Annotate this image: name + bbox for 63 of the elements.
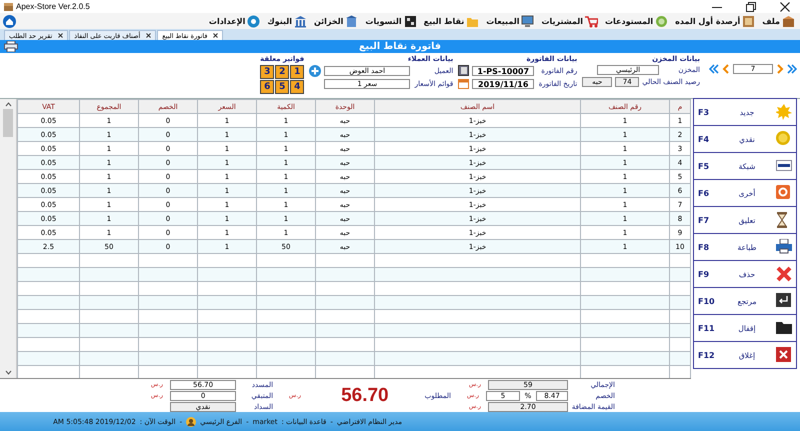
return-icon bbox=[776, 293, 792, 309]
notebook-icon[interactable] bbox=[458, 65, 470, 76]
shortcut-label: F9 bbox=[698, 270, 710, 278]
home-icon[interactable] bbox=[3, 14, 16, 28]
held-invoice-button[interactable]: 3 bbox=[260, 65, 274, 79]
chevron-icon[interactable] bbox=[722, 64, 730, 74]
star-icon bbox=[776, 104, 792, 120]
shortcut-label: F6 bbox=[698, 188, 710, 198]
chevron-icon[interactable] bbox=[776, 64, 784, 74]
shortcut-label: F11 bbox=[698, 324, 716, 332]
add-icon[interactable] bbox=[309, 65, 322, 77]
menu-item[interactable]: المستودعات bbox=[604, 16, 654, 26]
close-icon[interactable] bbox=[213, 33, 218, 38]
monitor-icon[interactable] bbox=[521, 14, 534, 28]
shortcut-label: F10 bbox=[698, 296, 716, 306]
maximize-icon[interactable] bbox=[746, 2, 756, 12]
menu-item[interactable]: ملف bbox=[762, 16, 780, 26]
target-icon bbox=[776, 185, 792, 201]
folder-icon bbox=[776, 320, 792, 336]
text-field[interactable]: 1-PS-10007 bbox=[472, 66, 534, 76]
amount-due: 56.70 bbox=[341, 384, 389, 406]
cart-icon[interactable] bbox=[584, 14, 598, 28]
held-invoice-button[interactable]: 6 bbox=[260, 80, 274, 94]
cross-icon bbox=[776, 266, 792, 282]
held-invoice-button[interactable]: 2 bbox=[275, 65, 290, 79]
menu-item[interactable]: البنوك bbox=[267, 16, 292, 26]
close-icon bbox=[776, 347, 792, 363]
shortcut-label: F12 bbox=[698, 350, 716, 360]
page-title: فاتورة نقاط البيع bbox=[358, 41, 442, 52]
shortcut-label: F8 bbox=[698, 242, 710, 252]
text-field[interactable]: 2019/11/16 bbox=[472, 78, 534, 88]
shortcut-label: F5 bbox=[698, 162, 710, 170]
menu-item[interactable]: الخزائن bbox=[314, 16, 344, 26]
menu-item[interactable]: أرصدة أول المده bbox=[675, 16, 740, 26]
bank-icon[interactable] bbox=[294, 14, 307, 28]
user-icon bbox=[186, 416, 196, 426]
box-icon bbox=[4, 2, 13, 11]
card-icon bbox=[776, 158, 792, 174]
window-title: Apex-Store Ver.2.0.5 bbox=[16, 2, 90, 11]
close-icon[interactable] bbox=[58, 33, 64, 38]
close-icon[interactable] bbox=[146, 33, 152, 38]
menu-item[interactable]: الإعدادات bbox=[208, 16, 246, 26]
shortcut-label: F3 bbox=[698, 108, 710, 116]
menu-item[interactable]: نقاط البيع bbox=[424, 16, 464, 26]
scrollbar[interactable] bbox=[0, 99, 17, 378]
coin-icon bbox=[776, 131, 792, 147]
menu-item[interactable]: المبيعات bbox=[486, 16, 520, 26]
shortcut-label: F4 bbox=[698, 134, 710, 144]
held-invoice-button[interactable]: 5 bbox=[275, 80, 290, 94]
close-icon[interactable] bbox=[780, 2, 790, 12]
box-icon[interactable] bbox=[782, 14, 795, 28]
building-icon[interactable] bbox=[345, 14, 358, 28]
scroll-thumb[interactable] bbox=[3, 109, 13, 137]
menu-item[interactable]: التسويات bbox=[365, 16, 402, 26]
grid-icon[interactable] bbox=[404, 14, 417, 28]
printer-icon[interactable] bbox=[4, 41, 18, 52]
printer-icon bbox=[776, 239, 792, 255]
shortcut-label: F7 bbox=[698, 216, 710, 224]
held-invoice-button[interactable]: 1 bbox=[290, 65, 304, 79]
menu-item[interactable]: المشتريات bbox=[541, 16, 583, 26]
held-invoice-button[interactable]: 4 bbox=[290, 80, 304, 94]
double-chevron-icon[interactable] bbox=[709, 64, 719, 74]
double-chevron-icon[interactable] bbox=[787, 64, 797, 74]
